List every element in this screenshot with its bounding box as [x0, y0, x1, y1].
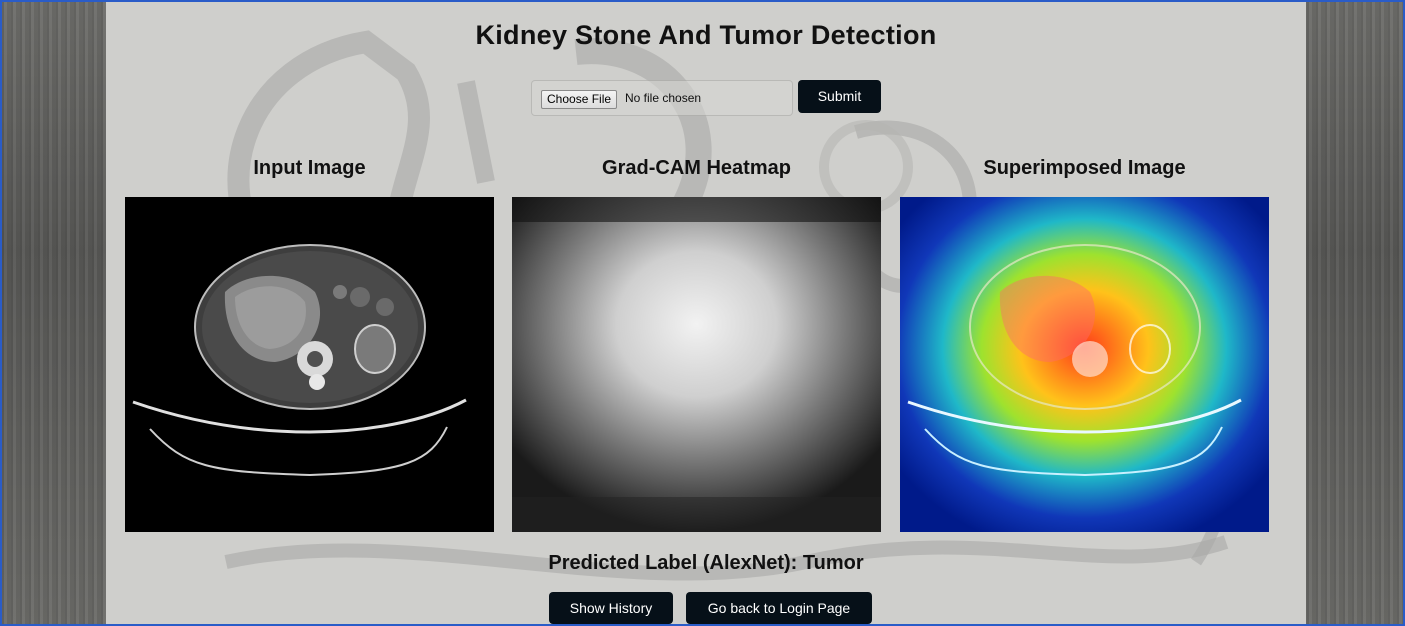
- prediction-label: Predicted Label (AlexNet): Tumor: [548, 552, 864, 574]
- show-history-button[interactable]: Show History: [549, 592, 673, 624]
- app-frame: Kidney Stone And Tumor Detection Choose …: [0, 0, 1405, 626]
- login-page-button[interactable]: Go back to Login Page: [686, 592, 872, 624]
- file-status-text: No file chosen: [625, 91, 702, 105]
- choose-file-button[interactable]: Choose File: [541, 90, 618, 109]
- main-panel: Kidney Stone And Tumor Detection Choose …: [106, 2, 1306, 624]
- superimposed-image: [900, 197, 1269, 532]
- file-upload[interactable]: Choose File No file chosen: [531, 80, 793, 116]
- submit-button[interactable]: Submit: [798, 80, 881, 113]
- input-image-title: Input Image: [253, 157, 366, 179]
- input-image: [125, 197, 494, 532]
- heatmap-title: Grad-CAM Heatmap: [602, 157, 791, 179]
- superimposed-title: Superimposed Image: [983, 157, 1186, 179]
- page-title: Kidney Stone And Tumor Detection: [475, 20, 937, 50]
- gradcam-heatmap-image: [512, 197, 881, 532]
